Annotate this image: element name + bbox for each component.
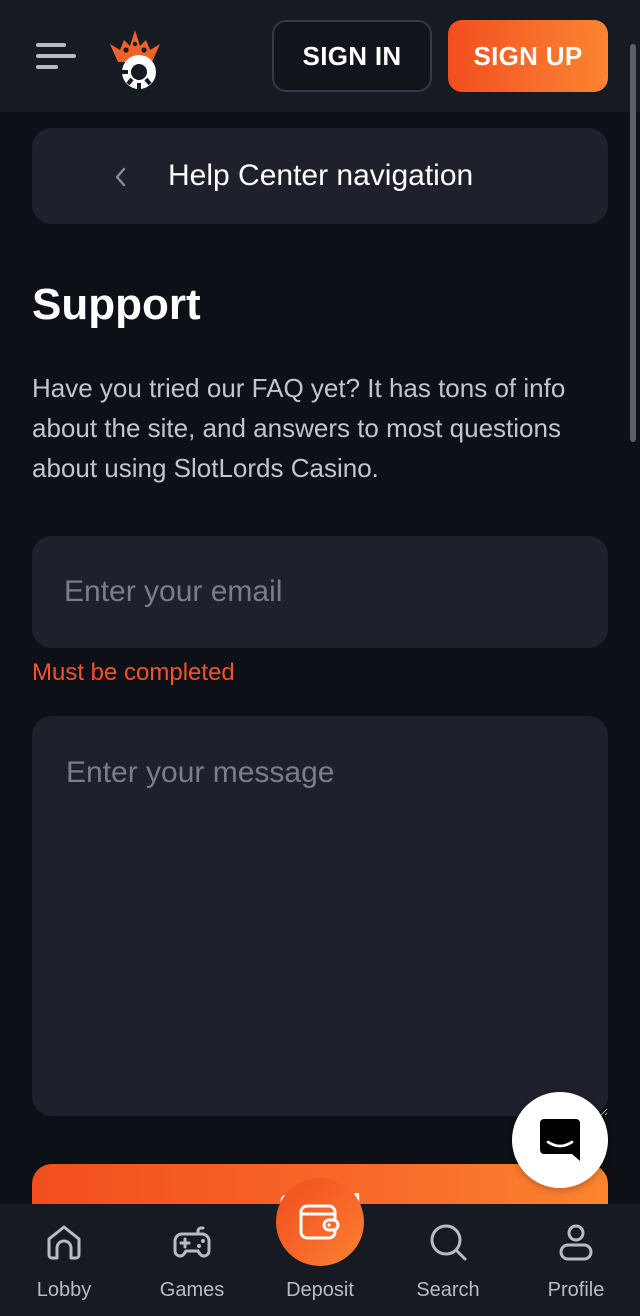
- nav-item-lobby[interactable]: Lobby: [0, 1204, 128, 1316]
- live-chat-button[interactable]: [512, 1092, 608, 1188]
- nav-label: Search: [416, 1279, 480, 1301]
- scrollbar-thumb[interactable]: [630, 44, 636, 442]
- email-field[interactable]: [32, 536, 608, 648]
- hamburger-line: [36, 65, 58, 69]
- user-icon: [559, 1224, 593, 1261]
- message-field[interactable]: [32, 716, 608, 1116]
- intro-text: Have you tried our FAQ yet? It has tons …: [32, 373, 566, 483]
- nav-item-profile[interactable]: Profile: [512, 1204, 640, 1316]
- search-icon: [430, 1224, 467, 1261]
- nav-label: Lobby: [36, 1279, 92, 1301]
- deposit-button[interactable]: [276, 1178, 364, 1266]
- email-error-message: Must be completed: [32, 659, 235, 686]
- help-center-navigation-label: Help Center navigation: [168, 159, 474, 192]
- nav-label: Games: [159, 1279, 225, 1301]
- nav-item-games[interactable]: Games: [128, 1204, 256, 1316]
- chat-bubble-smile-icon: [540, 1119, 580, 1161]
- sign-up-button[interactable]: SIGN UP: [448, 20, 608, 92]
- gamepad-icon: [173, 1226, 211, 1258]
- crown-chip-logo[interactable]: [104, 22, 166, 90]
- page-title: Support: [32, 280, 201, 329]
- top-header: SIGN IN SIGN UP: [0, 0, 640, 112]
- sign-in-button[interactable]: SIGN IN: [272, 20, 432, 92]
- wallet-icon: [299, 1204, 340, 1240]
- hamburger-line: [36, 54, 76, 58]
- hamburger-menu-icon: [36, 43, 66, 47]
- chevron-left-icon: [115, 167, 126, 187]
- help-center-navigation[interactable]: Help Center navigation: [32, 128, 608, 224]
- nav-label: Profile: [547, 1279, 605, 1301]
- nav-item-search[interactable]: Search: [384, 1204, 512, 1316]
- support-page: SIGN IN SIGN UP Help Center navigation S…: [0, 0, 640, 1316]
- page-scrollbar[interactable]: [630, 44, 636, 442]
- home-icon: [47, 1225, 81, 1260]
- menu-button[interactable]: [28, 30, 84, 82]
- nav-label: Deposit: [286, 1279, 354, 1301]
